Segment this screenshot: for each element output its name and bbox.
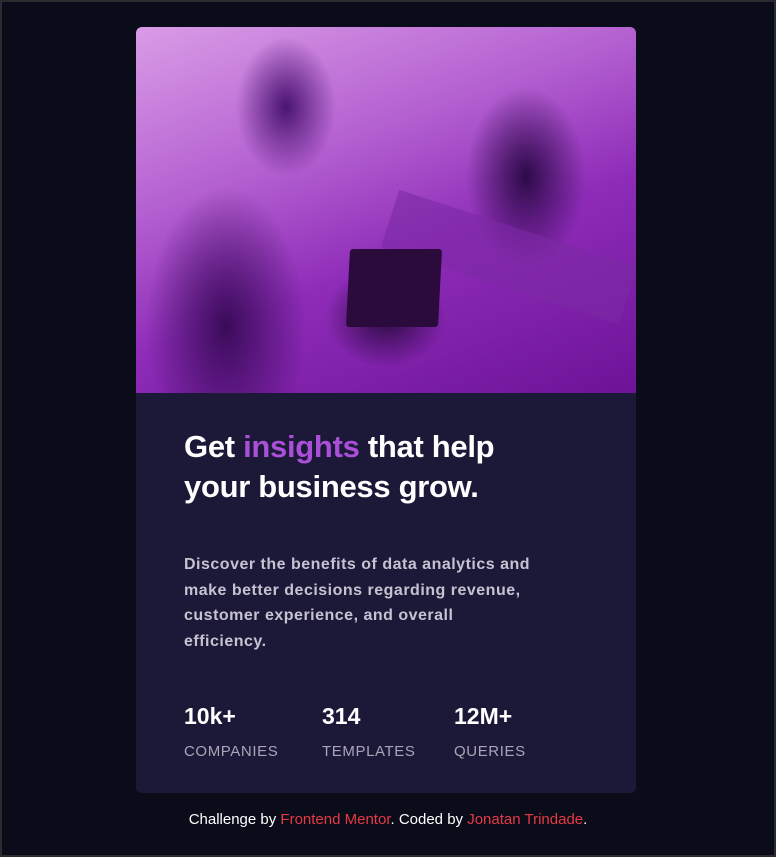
- attribution-text: Challenge by: [188, 811, 281, 828]
- attribution-text: .: [583, 811, 588, 828]
- stat-companies: 10k+ COMPANIES: [184, 703, 278, 760]
- stat-label: QUERIES: [454, 743, 526, 760]
- title-text: Get: [184, 429, 244, 464]
- card-description: Discover the benefits of data analytics …: [184, 556, 531, 650]
- stat-value: 314: [322, 703, 361, 729]
- stat-label: TEMPLATES: [322, 743, 416, 760]
- card-heading-wrap: Get insights that help your business gro…: [184, 427, 544, 507]
- attribution-text: . Coded by: [390, 811, 468, 828]
- title-accent: insights: [243, 429, 360, 464]
- author-link[interactable]: Jonatan Trindade: [467, 811, 583, 828]
- stat-value: 12M+: [454, 703, 513, 729]
- frontend-mentor-link[interactable]: Frontend Mentor: [280, 811, 390, 828]
- stat-value: 10k+: [184, 703, 236, 729]
- stat-label: COMPANIES: [184, 743, 279, 760]
- hero-image: [136, 27, 636, 393]
- image-detail: [345, 249, 443, 327]
- attribution: Challenge by Frontend Mentor. Coded by J…: [2, 811, 774, 828]
- stat-queries: 12M+ QUERIES: [454, 703, 526, 760]
- stats-preview-card: Get insights that help your business gro…: [136, 27, 636, 793]
- stat-templates: 314 TEMPLATES: [322, 703, 415, 760]
- card-title: Get insights that help your business gro…: [184, 427, 544, 507]
